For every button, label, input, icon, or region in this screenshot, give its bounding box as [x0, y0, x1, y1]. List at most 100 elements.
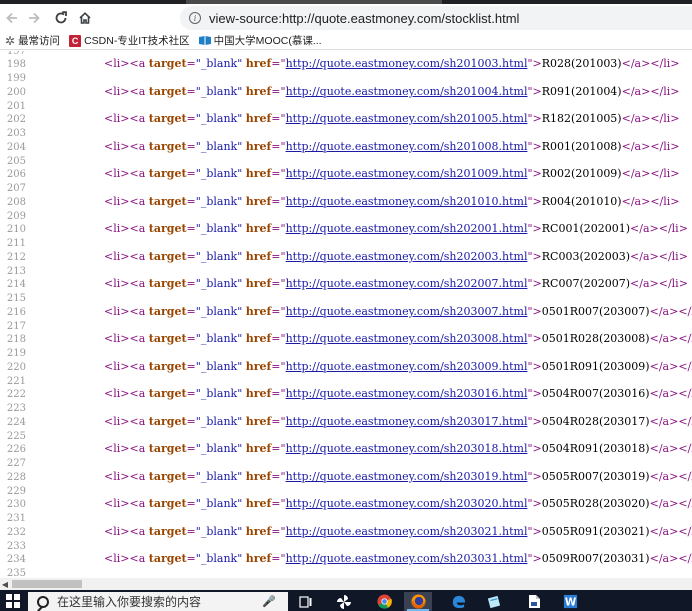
- line-number: 198: [6, 59, 26, 71]
- source-line: <li><a target="_blank" href="http://quot…: [104, 525, 692, 539]
- notes-app-icon[interactable]: [480, 592, 508, 611]
- punctuation: ">: [527, 167, 542, 181]
- punctuation: =: [186, 277, 196, 291]
- firefox-icon[interactable]: [404, 592, 432, 611]
- punctuation: ">: [527, 277, 542, 291]
- line-number: 209: [6, 210, 26, 222]
- attribute-value: "_blank": [195, 167, 243, 181]
- line-number: 215: [6, 293, 26, 304]
- microphone-icon[interactable]: 🎤: [262, 595, 276, 608]
- link-text: 0505R007(203019): [541, 469, 650, 483]
- source-link[interactable]: http://quote.eastmoney.com/sh201010.html: [286, 195, 528, 208]
- punctuation: =": [271, 469, 286, 483]
- search-placeholder: 在这里输入你要搜索的内容: [57, 595, 202, 609]
- a-open-tag: <a: [129, 84, 146, 98]
- word-icon[interactable]: W: [556, 592, 584, 611]
- li-open-tag: <li>: [104, 222, 130, 236]
- source-link[interactable]: http://quote.eastmoney.com/sh203009.html: [286, 360, 528, 373]
- attribute-name: href: [245, 57, 272, 71]
- line-number: 197: [6, 51, 26, 57]
- a-close-tag: </a>: [630, 222, 659, 236]
- link-text: RC003(202003): [541, 249, 631, 263]
- attribute-value: "_blank": [195, 249, 243, 263]
- line-number: 201: [6, 100, 26, 112]
- punctuation: =: [186, 414, 196, 428]
- file-app-icon[interactable]: [520, 592, 548, 611]
- source-link[interactable]: http://quote.eastmoney.com/sh203020.html: [286, 497, 528, 510]
- li-close-tag: </li>: [678, 387, 692, 401]
- source-link[interactable]: http://quote.eastmoney.com/sh203021.html: [286, 525, 528, 538]
- source-link[interactable]: http://quote.eastmoney.com/sh201004.html: [286, 85, 528, 98]
- source-link[interactable]: http://quote.eastmoney.com/sh202003.html: [286, 250, 528, 263]
- source-line: <li><a target="_blank" href="http://quot…: [104, 195, 680, 209]
- pinwheel-app-icon[interactable]: [330, 592, 358, 611]
- bookmark-most-visited[interactable]: ✲ 最常访问: [5, 33, 60, 48]
- attribute-name: href: [245, 332, 272, 346]
- source-line: <li><a target="_blank" href="http://quot…: [104, 332, 692, 346]
- attribute-name: href: [245, 469, 272, 483]
- li-open-tag: <li>: [104, 414, 130, 428]
- source-link[interactable]: http://quote.eastmoney.com/sh202001.html: [286, 222, 528, 235]
- attribute-name: target: [148, 57, 187, 71]
- edge-icon[interactable]: [444, 592, 472, 611]
- back-button[interactable]: [1, 7, 23, 29]
- attribute-name: href: [245, 249, 272, 263]
- source-link[interactable]: http://quote.eastmoney.com/sh201008.html: [286, 140, 528, 153]
- source-link[interactable]: http://quote.eastmoney.com/sh201005.html: [286, 112, 528, 125]
- line-number: 219: [6, 348, 26, 359]
- source-link[interactable]: http://quote.eastmoney.com/sh201003.html: [286, 57, 528, 70]
- source-link[interactable]: http://quote.eastmoney.com/sh203007.html: [286, 305, 528, 318]
- attribute-name: target: [148, 84, 187, 98]
- bookmark-mooc[interactable]: 中国大学MOOC(慕课...: [198, 33, 322, 48]
- source-link[interactable]: http://quote.eastmoney.com/sh203017.html: [286, 415, 528, 428]
- chrome-icon[interactable]: [370, 592, 398, 611]
- punctuation: =": [271, 139, 286, 153]
- link-text: 0504R091(203018): [541, 442, 650, 456]
- scroll-left-icon[interactable]: ◀: [0, 578, 10, 590]
- a-close-tag: </a>: [649, 524, 679, 538]
- punctuation: =: [186, 167, 196, 181]
- taskbar-search-box[interactable]: 在这里输入你要搜索的内容 🎤: [28, 592, 288, 611]
- reload-button[interactable]: [50, 7, 72, 29]
- bookmark-csdn[interactable]: C CSDN-专业IT技术社区: [69, 33, 190, 48]
- line-number: 203: [6, 128, 26, 139]
- a-open-tag: <a: [129, 552, 146, 566]
- a-close-tag: </a>: [649, 414, 679, 428]
- horizontal-scrollbar[interactable]: ◀: [0, 578, 692, 590]
- source-link[interactable]: http://quote.eastmoney.com/sh203008.html: [286, 332, 528, 345]
- source-link[interactable]: http://quote.eastmoney.com/sh203018.html: [286, 442, 528, 455]
- bookmark-label: 最常访问: [18, 35, 61, 47]
- source-link[interactable]: http://quote.eastmoney.com/sh203031.html: [286, 552, 528, 565]
- li-close-tag: </li>: [650, 112, 680, 126]
- address-url[interactable]: view-source:http://quote.eastmoney.com/s…: [209, 11, 519, 26]
- source-link[interactable]: http://quote.eastmoney.com/sh203016.html: [286, 387, 528, 400]
- punctuation: =": [271, 414, 286, 428]
- scrollbar-thumb[interactable]: [12, 580, 82, 588]
- attribute-name: href: [245, 359, 272, 373]
- punctuation: =": [271, 249, 286, 263]
- source-link[interactable]: http://quote.eastmoney.com/sh201009.html: [286, 167, 528, 180]
- address-bar[interactable]: i view-source:http://quote.eastmoney.com…: [180, 6, 692, 30]
- source-line: <li><a target="_blank" href="http://quot…: [104, 360, 692, 374]
- task-view-icon[interactable]: [292, 592, 320, 611]
- punctuation: ">: [527, 112, 542, 126]
- punctuation: =": [271, 359, 286, 373]
- source-link[interactable]: http://quote.eastmoney.com/sh202007.html: [286, 277, 528, 290]
- li-close-tag: </li>: [678, 442, 692, 456]
- home-button[interactable]: [74, 7, 96, 29]
- site-info-icon[interactable]: i: [189, 12, 201, 24]
- attribute-name: target: [148, 222, 187, 236]
- attribute-name: href: [245, 524, 272, 538]
- li-close-tag: </li>: [678, 552, 692, 566]
- source-link[interactable]: http://quote.eastmoney.com/sh203019.html: [286, 470, 528, 483]
- source-line: <li><a target="_blank" href="http://quot…: [104, 57, 680, 71]
- source-line: <li><a target="_blank" href="http://quot…: [104, 85, 680, 99]
- forward-button[interactable]: [23, 7, 45, 29]
- a-close-tag: </a>: [649, 304, 679, 318]
- windows-start-icon[interactable]: [6, 594, 20, 608]
- punctuation: ">: [527, 194, 542, 208]
- a-open-tag: <a: [129, 57, 146, 71]
- line-number: 230: [6, 499, 26, 511]
- punctuation: ">: [527, 552, 542, 566]
- li-open-tag: <li>: [104, 249, 130, 263]
